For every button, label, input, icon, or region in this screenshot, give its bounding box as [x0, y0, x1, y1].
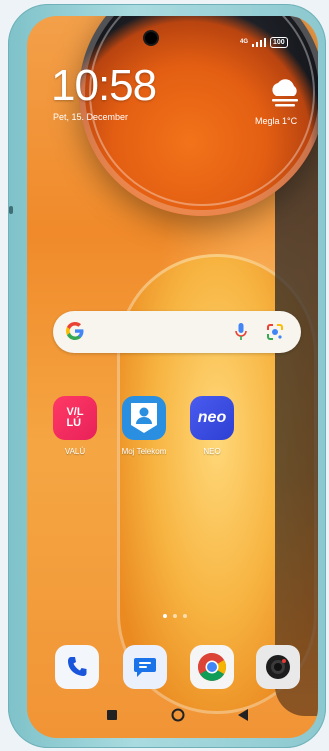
- dock-camera[interactable]: [256, 645, 300, 689]
- signal-icon: [252, 37, 267, 47]
- clock-date: Pet, 15. December: [53, 112, 129, 122]
- app-label: NEO: [203, 447, 221, 456]
- phone-icon: [68, 657, 87, 676]
- status-bar: 4G 100: [240, 36, 288, 48]
- moj-telekom-icon: [122, 396, 166, 440]
- mic-icon[interactable]: [235, 323, 247, 341]
- camera-icon: [266, 655, 290, 679]
- clock-time[interactable]: 10:58: [51, 64, 157, 108]
- app-moj-telekom[interactable]: Moj Telekom: [109, 396, 179, 456]
- dock-chrome[interactable]: [190, 645, 234, 689]
- neo-icon-text: neo: [197, 409, 227, 426]
- google-icon: [66, 322, 84, 340]
- cloud-fog-icon[interactable]: [268, 78, 302, 108]
- lens-icon[interactable]: [266, 323, 284, 341]
- side-button: [9, 206, 13, 214]
- network-label: 4G: [240, 39, 249, 45]
- message-icon: [134, 658, 156, 677]
- app-label: Moj Telekom: [121, 447, 167, 456]
- app-valu[interactable]: V/L LÚ VALÚ: [40, 396, 110, 456]
- chrome-icon: [198, 653, 226, 681]
- page-indicator: [163, 614, 187, 618]
- front-camera: [145, 32, 157, 44]
- app-label: VALÚ: [64, 447, 86, 456]
- page-dot: [163, 614, 167, 618]
- wallpaper-dark: [275, 116, 318, 716]
- app-neo[interactable]: neo NEO: [177, 396, 247, 456]
- page-dot: [173, 614, 177, 618]
- back-icon: [238, 709, 248, 721]
- weather-text: Megla 1°C: [255, 116, 298, 126]
- recents-icon: [107, 710, 117, 720]
- nav-back[interactable]: [238, 708, 248, 722]
- page-dot: [183, 614, 187, 618]
- valu-icon-bottom: LÚ: [66, 417, 82, 429]
- dock-phone[interactable]: [55, 645, 99, 689]
- search-bar[interactable]: [53, 311, 301, 353]
- nav-recents[interactable]: [107, 708, 117, 722]
- neo-icon: neo: [190, 396, 234, 440]
- dock-messages[interactable]: [123, 645, 167, 689]
- battery-icon: 100: [270, 36, 288, 48]
- valu-icon: V/L LÚ: [53, 396, 97, 440]
- nav-home[interactable]: [171, 708, 185, 722]
- home-icon: [171, 708, 185, 722]
